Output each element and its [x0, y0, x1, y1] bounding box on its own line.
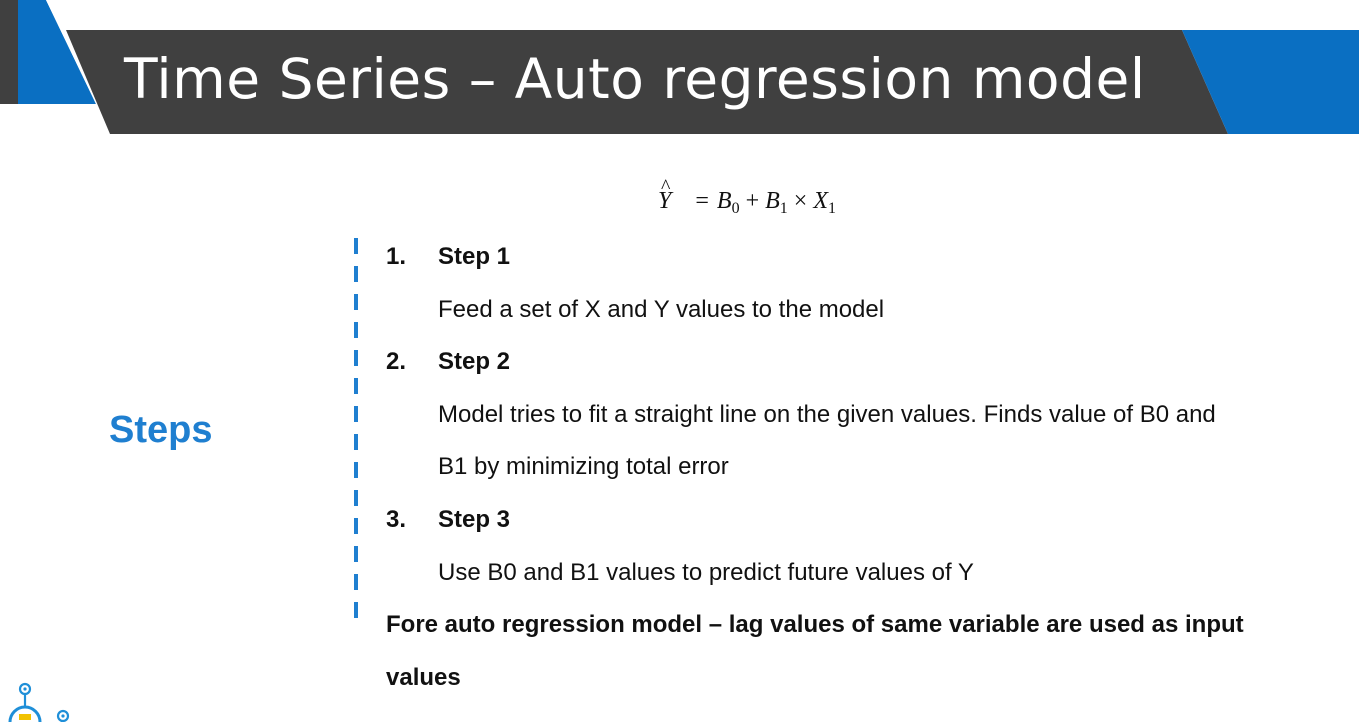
dashed-divider — [354, 238, 358, 618]
steps-content: 1. Step 1 Feed a set of X and Y values t… — [386, 231, 1326, 704]
formula-times: × — [793, 188, 808, 214]
step-number: 3. — [386, 505, 407, 533]
formula-b1-subscript: 1 — [779, 200, 788, 217]
step-description: Feed a set of X and Y values to the mode… — [438, 295, 885, 323]
slide: Time Series – Auto regression model Step… — [0, 0, 1359, 722]
step-heading: 1. Step 1 — [386, 231, 1326, 284]
section-label: Steps — [109, 409, 213, 451]
step-title: Step 2 — [438, 348, 511, 376]
step-description: Use B0 and B1 values to predict future v… — [438, 558, 974, 586]
step-description: Model tries to fit a straight line on th… — [438, 400, 1216, 481]
formula-b1: B — [765, 188, 780, 214]
page-title: Time Series – Auto regression model — [124, 47, 1146, 111]
step-heading: 2. Step 2 — [386, 336, 1326, 389]
formula-b0: B — [716, 188, 732, 214]
header-left-dark-strip — [0, 0, 18, 104]
regression-formula: Y =B0 + B1 × X1 — [658, 169, 837, 227]
robot-logo-icon — [0, 680, 80, 722]
step-title: Step 3 — [438, 505, 511, 533]
formula-x1-subscript: 1 — [828, 200, 837, 217]
formula-equals: = — [695, 188, 709, 214]
formula-plus: + — [745, 188, 760, 214]
formula-y-hat: Y — [658, 169, 671, 219]
step-heading: 3. Step 3 — [386, 494, 1326, 547]
step-title: Step 1 — [438, 243, 511, 270]
formula-b0-subscript: 0 — [731, 200, 740, 217]
step-number: 2. — [386, 348, 407, 376]
step-number: 1. — [386, 243, 407, 270]
formula-x1: X — [813, 188, 829, 214]
summary-note: Fore auto regression model – lag values … — [386, 611, 1244, 691]
